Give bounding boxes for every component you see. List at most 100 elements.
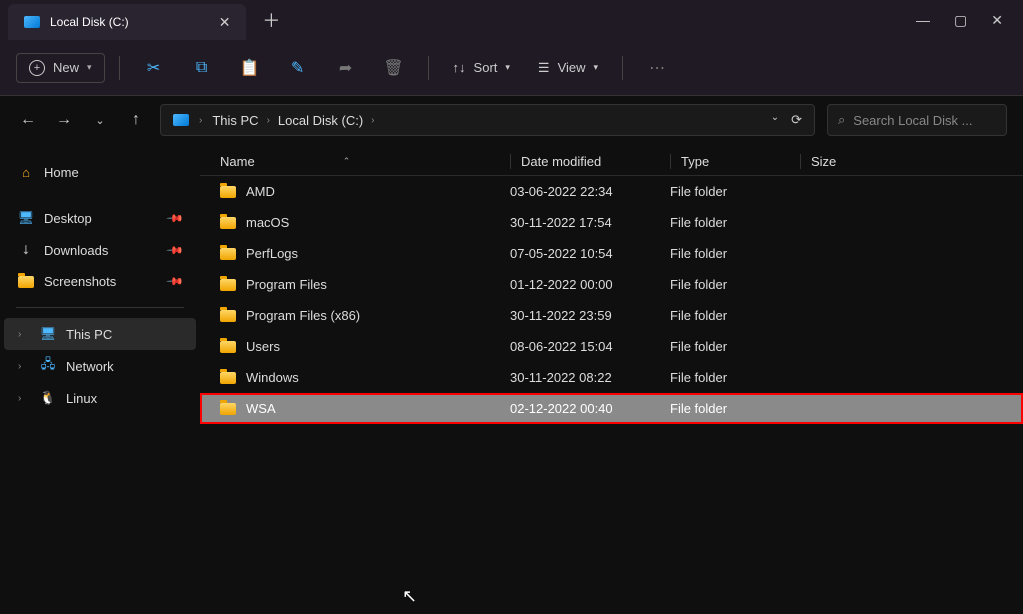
sidebar-item-desktop[interactable]: 🖥Desktop📌 bbox=[4, 202, 196, 234]
table-row[interactable]: Program Files (x86)30-11-2022 23:59File … bbox=[200, 300, 1023, 331]
file-name: Program Files (x86) bbox=[246, 308, 360, 323]
maximize-button[interactable]: ▢ bbox=[954, 12, 967, 29]
divider bbox=[622, 56, 623, 80]
file-date: 02-12-2022 00:40 bbox=[510, 401, 670, 416]
folder-icon bbox=[220, 341, 236, 353]
folder-icon bbox=[220, 372, 236, 384]
table-row[interactable]: AMD03-06-2022 22:34File folder bbox=[200, 176, 1023, 207]
sidebar-item-screenshots[interactable]: Screenshots📌 bbox=[4, 266, 196, 297]
column-type[interactable]: Type bbox=[670, 154, 800, 169]
column-date[interactable]: Date modified bbox=[510, 154, 670, 169]
sidebar-item-downloads[interactable]: ⭣ Downloads 📌 bbox=[4, 234, 196, 266]
file-name: AMD bbox=[246, 184, 275, 199]
folder-icon bbox=[220, 217, 236, 229]
column-name[interactable]: Name ⌃ bbox=[220, 154, 510, 169]
chevron-right-icon: › bbox=[18, 393, 30, 404]
minimize-button[interactable]: — bbox=[916, 12, 930, 29]
sidebar-item-this-pc[interactable]: ›🖥This PC bbox=[4, 318, 196, 350]
pin-icon: 📌 bbox=[166, 241, 185, 260]
new-tab-button[interactable]: ＋ bbox=[262, 7, 280, 33]
rename-icon[interactable]: ✎ bbox=[278, 50, 318, 86]
breadcrumb-item[interactable]: This PC bbox=[212, 113, 258, 128]
chevron-right-icon: › bbox=[199, 115, 202, 126]
window-tab[interactable]: Local Disk (C:) ✕ bbox=[8, 4, 246, 40]
cut-icon[interactable]: ✂ bbox=[134, 50, 174, 86]
table-row[interactable]: Users08-06-2022 15:04File folder bbox=[200, 331, 1023, 362]
chevron-down-icon: ▾ bbox=[505, 62, 510, 73]
refresh-icon[interactable]: ⟳ bbox=[791, 112, 802, 128]
column-size[interactable]: Size bbox=[800, 154, 880, 169]
address-bar[interactable]: › This PC › Local Disk (C:) › ⌄ ⟳ bbox=[160, 104, 815, 136]
file-name: Windows bbox=[246, 370, 299, 385]
divider bbox=[119, 56, 120, 80]
up-button[interactable]: ↑ bbox=[124, 111, 148, 129]
view-label: View bbox=[558, 60, 586, 75]
chevron-down-icon[interactable]: ⌄ bbox=[771, 112, 779, 128]
chevron-right-icon: › bbox=[267, 115, 270, 126]
table-row[interactable]: WSA 02-12-2022 00:40File folder bbox=[200, 393, 1023, 424]
table-row[interactable]: PerfLogs07-05-2022 10:54File folder bbox=[200, 238, 1023, 269]
close-button[interactable]: ✕ bbox=[991, 12, 1003, 29]
file-name: macOS bbox=[246, 215, 289, 230]
file-type: File folder bbox=[670, 277, 800, 292]
breadcrumb-item[interactable]: Local Disk (C:) bbox=[278, 113, 363, 128]
sort-ascending-icon: ⌃ bbox=[343, 156, 351, 167]
breadcrumb: This PC › Local Disk (C:) › bbox=[212, 113, 374, 128]
table-row[interactable]: Windows 30-11-2022 08:22File folder bbox=[200, 362, 1023, 393]
file-date: 30-11-2022 08:22 bbox=[510, 370, 670, 385]
paste-icon[interactable]: 📋 bbox=[230, 50, 270, 86]
file-name: WSA bbox=[246, 401, 276, 416]
file-type: File folder bbox=[670, 184, 800, 199]
sidebar-label: Network bbox=[66, 359, 114, 374]
delete-icon[interactable]: 🗑 bbox=[374, 50, 414, 86]
copy-icon[interactable]: ⧉ bbox=[182, 50, 222, 86]
forward-button[interactable]: → bbox=[52, 111, 76, 129]
folder-icon bbox=[220, 186, 236, 198]
back-button[interactable]: ← bbox=[16, 111, 40, 129]
new-button[interactable]: + New ▾ bbox=[16, 53, 105, 83]
sidebar-label: Screenshots bbox=[44, 274, 116, 289]
table-row[interactable]: Program Files01-12-2022 00:00File folder bbox=[200, 269, 1023, 300]
divider bbox=[16, 307, 184, 308]
more-icon[interactable]: ⋯ bbox=[637, 50, 677, 86]
recent-button[interactable]: ⌄ bbox=[88, 114, 112, 127]
linux-icon: 🐧 bbox=[40, 390, 56, 406]
main: ⌂ Home 🖥Desktop📌⭣Downloads📌Screenshots📌 … bbox=[0, 144, 1023, 614]
new-label: New bbox=[53, 60, 79, 75]
pc-icon: 🖥 bbox=[40, 326, 56, 342]
column-headers: Name ⌃ Date modified Type Size bbox=[200, 144, 1023, 176]
sidebar-item-linux[interactable]: › 🐧 Linux bbox=[4, 382, 196, 414]
file-type: File folder bbox=[670, 370, 800, 385]
file-date: 07-05-2022 10:54 bbox=[510, 246, 670, 261]
chevron-right-icon: › bbox=[371, 115, 374, 126]
table-row[interactable]: macOS30-11-2022 17:54File folder bbox=[200, 207, 1023, 238]
file-name: Users bbox=[246, 339, 280, 354]
sidebar-item-network[interactable]: ›🖧Network bbox=[4, 350, 196, 382]
sidebar-label: Linux bbox=[66, 391, 97, 406]
sort-icon: ↑↓ bbox=[453, 60, 466, 75]
folder-icon bbox=[220, 310, 236, 322]
sidebar: ⌂ Home 🖥Desktop📌⭣Downloads📌Screenshots📌 … bbox=[0, 144, 200, 614]
sidebar-label: This PC bbox=[66, 327, 112, 342]
drive-icon bbox=[24, 16, 40, 28]
close-tab-icon[interactable]: ✕ bbox=[219, 14, 231, 31]
sidebar-item-home[interactable]: ⌂ Home bbox=[4, 156, 196, 188]
search-box[interactable]: ⌕ Search Local Disk ... bbox=[827, 104, 1007, 136]
chevron-down-icon: ▾ bbox=[87, 62, 92, 73]
download-icon: ⭣ bbox=[18, 242, 34, 258]
drive-icon bbox=[173, 114, 189, 126]
plus-icon: + bbox=[29, 60, 45, 76]
file-name: Program Files bbox=[246, 277, 327, 292]
chevron-down-icon: ▾ bbox=[594, 62, 599, 73]
folder-icon bbox=[220, 279, 236, 291]
toolbar: + New ▾ ✂ ⧉ 📋 ✎ ➦ 🗑 ↑↓ Sort ▾ ☰ View ▾ ⋯ bbox=[0, 40, 1023, 96]
share-icon[interactable]: ➦ bbox=[326, 50, 366, 86]
sort-button[interactable]: ↑↓ Sort ▾ bbox=[443, 54, 520, 81]
divider bbox=[428, 56, 429, 80]
sidebar-label: Downloads bbox=[44, 243, 108, 258]
view-button[interactable]: ☰ View ▾ bbox=[528, 54, 608, 82]
file-type: File folder bbox=[670, 401, 800, 416]
file-type: File folder bbox=[670, 246, 800, 261]
window-controls: — ▢ ✕ bbox=[916, 12, 1023, 29]
chevron-right-icon: › bbox=[18, 361, 30, 372]
